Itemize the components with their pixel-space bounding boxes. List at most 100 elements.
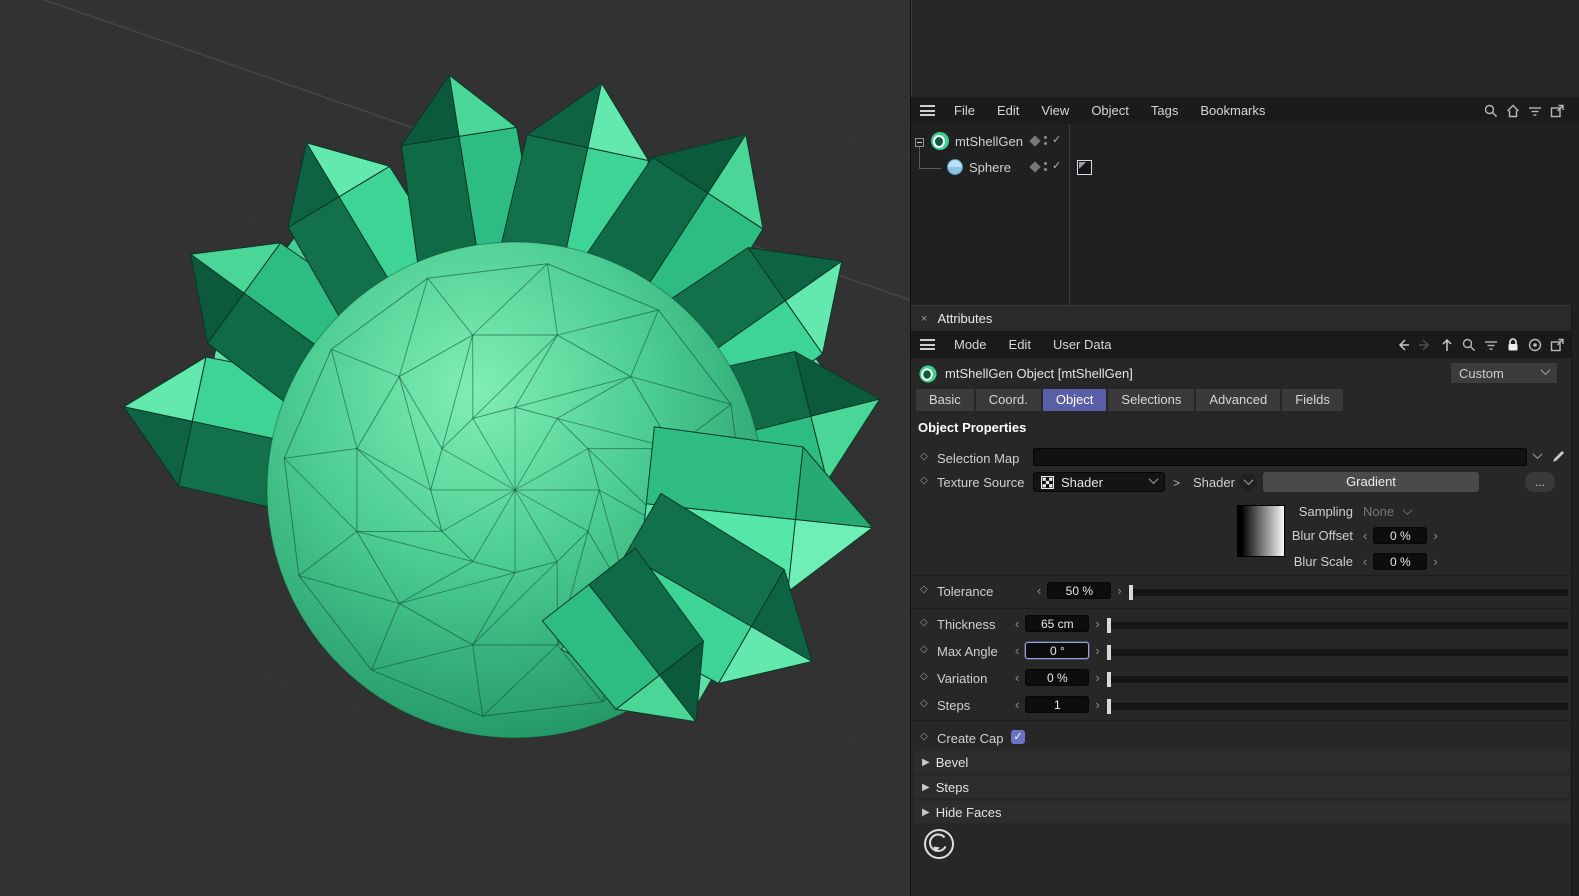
eyedropper-icon[interactable] (1549, 449, 1565, 465)
attributes-menu-icon[interactable] (920, 339, 935, 350)
popout-icon[interactable] (1549, 337, 1565, 353)
enabled-check-icon[interactable]: ✓ (1052, 135, 1061, 146)
caret-right-icon: ▶ (922, 781, 930, 793)
decrement-arrow-icon[interactable]: ‹ (1363, 555, 1367, 568)
menu-object[interactable]: Object (1080, 103, 1140, 118)
increment-arrow-icon[interactable]: › (1095, 698, 1099, 711)
menu-user-data[interactable]: User Data (1042, 337, 1123, 352)
object-name[interactable]: mtShellGen (955, 134, 1023, 149)
back-arrow-icon[interactable] (1395, 337, 1411, 353)
slider-handle[interactable] (1129, 585, 1133, 600)
layer-icon[interactable] (1029, 134, 1041, 147)
create-cap-checkbox[interactable]: ✓ (1011, 730, 1025, 744)
forward-arrow-icon[interactable] (1417, 337, 1433, 353)
increment-arrow-icon[interactable]: › (1095, 617, 1099, 630)
layer-icon[interactable] (1029, 160, 1041, 173)
row-max-angle: ◇ Max Angle ‹ 0 ° › (911, 641, 1579, 663)
dock-empty-area (911, 0, 1579, 97)
target-icon[interactable] (1527, 337, 1543, 353)
menu-file[interactable]: File (943, 103, 986, 118)
slider-handle[interactable] (1107, 699, 1111, 714)
section-title: Object Properties (918, 420, 1027, 435)
3d-viewport[interactable] (0, 0, 910, 896)
object-name[interactable]: Sphere (969, 160, 1011, 175)
shader-options-button[interactable] (1239, 473, 1257, 491)
search-icon[interactable] (1461, 337, 1477, 353)
visibility-dots-icon[interactable] (1044, 136, 1047, 145)
shader-gradient-button[interactable]: Gradient (1263, 472, 1479, 492)
popout-icon[interactable] (1549, 103, 1565, 119)
menu-edit[interactable]: Edit (986, 103, 1030, 118)
variation-slider[interactable] (1107, 672, 1568, 687)
increment-arrow-icon[interactable]: › (1433, 555, 1437, 568)
collapse-toggle-icon[interactable] (915, 138, 924, 147)
visibility-dots-icon[interactable] (1044, 162, 1047, 171)
texture-type-dropdown[interactable]: Shader (1033, 472, 1165, 492)
tolerance-input[interactable]: 50 % (1047, 582, 1112, 599)
variation-input[interactable]: 0 % (1025, 669, 1090, 686)
property-label: Texture Source (937, 475, 1025, 490)
max-angle-input[interactable]: 0 ° (1025, 642, 1090, 659)
increment-arrow-icon[interactable]: › (1433, 529, 1437, 542)
menu-mode[interactable]: Mode (943, 337, 998, 352)
decrement-arrow-icon[interactable]: ‹ (1015, 644, 1019, 657)
up-arrow-icon[interactable] (1439, 337, 1455, 353)
object-manager-menu-icon[interactable] (920, 105, 935, 116)
refresh-icon[interactable] (921, 826, 957, 862)
selection-map-input[interactable] (1033, 448, 1527, 466)
tab-basic[interactable]: Basic (916, 389, 974, 411)
slider-handle[interactable] (1107, 645, 1111, 660)
tab-coord[interactable]: Coord. (975, 389, 1041, 411)
increment-arrow-icon[interactable]: › (1095, 644, 1099, 657)
thickness-slider[interactable] (1107, 618, 1568, 633)
slider-handle[interactable] (1107, 672, 1111, 687)
decrement-arrow-icon[interactable]: ‹ (1015, 617, 1019, 630)
tab-advanced[interactable]: Advanced (1196, 389, 1281, 411)
filter-icon[interactable] (1483, 337, 1499, 353)
property-bullet-icon: ◇ (920, 451, 928, 462)
increment-arrow-icon[interactable]: › (1095, 671, 1099, 684)
property-label: Tolerance (937, 584, 994, 599)
chevron-down-icon[interactable] (1532, 449, 1543, 460)
close-icon[interactable]: × (921, 313, 927, 325)
decrement-arrow-icon[interactable]: ‹ (1015, 698, 1019, 711)
steps-input[interactable]: 1 (1025, 696, 1090, 713)
menu-view[interactable]: View (1030, 103, 1080, 118)
sphere-object-icon[interactable] (947, 159, 963, 175)
blur-scale-input[interactable]: 0 % (1373, 553, 1428, 570)
section-bevel[interactable]: ▶ Bevel (914, 751, 1570, 773)
preset-dropdown[interactable]: Custom (1451, 363, 1557, 383)
menu-edit[interactable]: Edit (998, 337, 1042, 352)
generator-object-icon[interactable] (931, 132, 949, 150)
lock-icon[interactable] (1505, 337, 1521, 353)
enabled-check-icon[interactable]: ✓ (1052, 161, 1061, 172)
increment-arrow-icon[interactable]: › (1117, 584, 1121, 597)
menu-tags[interactable]: Tags (1140, 103, 1189, 118)
decrement-arrow-icon[interactable]: ‹ (1015, 671, 1019, 684)
filter-icon[interactable] (1527, 103, 1543, 119)
slider-handle[interactable] (1107, 618, 1111, 633)
menu-bookmarks[interactable]: Bookmarks (1189, 103, 1276, 118)
home-icon[interactable] (1505, 103, 1521, 119)
divider (911, 720, 1571, 721)
shader-more-button[interactable]: ... (1525, 472, 1555, 492)
tab-selections[interactable]: Selections (1108, 389, 1195, 411)
property-label: Selection Map (937, 451, 1020, 466)
search-icon[interactable] (1483, 103, 1499, 119)
section-steps[interactable]: ▶ Steps (914, 776, 1570, 798)
decrement-arrow-icon[interactable]: ‹ (1037, 584, 1041, 597)
blur-offset-input[interactable]: 0 % (1373, 527, 1428, 544)
tolerance-slider[interactable] (1129, 585, 1568, 600)
tab-fields[interactable]: Fields (1282, 389, 1343, 411)
thickness-input[interactable]: 65 cm (1025, 615, 1090, 632)
tree-row-sphere[interactable]: Sphere ✓ (911, 156, 1092, 180)
decrement-arrow-icon[interactable]: ‹ (1363, 529, 1367, 542)
sampling-dropdown[interactable]: None (1363, 504, 1413, 519)
object-manager-column-splitter[interactable] (1069, 124, 1070, 305)
tree-row-mtshellgen[interactable]: mtShellGen ✓ (911, 130, 1069, 154)
section-hide-faces[interactable]: ▶ Hide Faces (914, 801, 1570, 823)
selection-tag-icon[interactable] (1077, 160, 1092, 175)
steps-slider[interactable] (1107, 699, 1568, 714)
max-angle-slider[interactable] (1107, 645, 1568, 660)
tab-object[interactable]: Object (1042, 389, 1107, 411)
